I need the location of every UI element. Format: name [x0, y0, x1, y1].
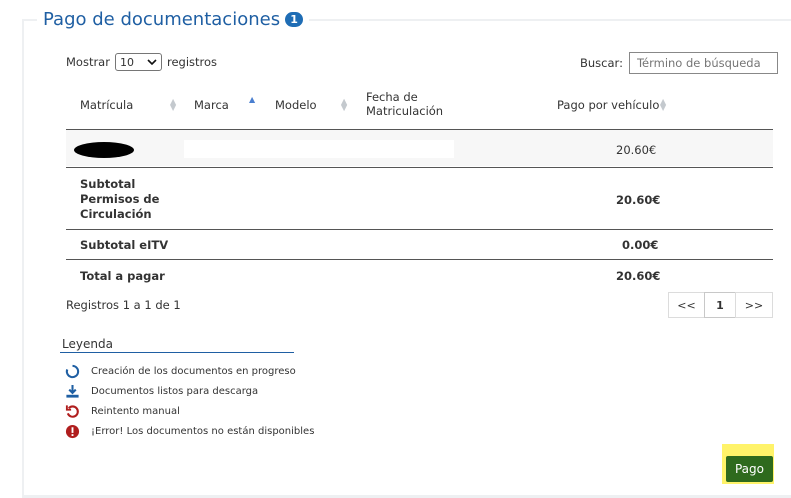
divider: [66, 167, 773, 168]
chevron-down-icon: [147, 58, 157, 65]
legend-item-progress: Creación de los documentos en progreso: [64, 363, 296, 379]
subtotal-permisos-line1: Subtotal: [80, 177, 136, 191]
pager-next-button[interactable]: >>: [735, 292, 773, 318]
subtotal-permisos-line3: Circulación: [80, 207, 152, 221]
count-badge: 1: [285, 12, 304, 27]
error-icon: [64, 423, 80, 439]
sort-icon[interactable]: ▲ ▼: [341, 98, 347, 112]
col-header-pago[interactable]: Pago por vehículo: [557, 98, 659, 112]
col-header-fecha-line2: Matriculación: [366, 104, 444, 118]
col-header-modelo[interactable]: Modelo: [275, 98, 317, 112]
pay-button[interactable]: Pago: [726, 456, 773, 482]
search-label: Buscar:: [580, 56, 623, 70]
legend-label: Documentos listos para descarga: [91, 385, 259, 397]
total-value: 20.60€: [616, 269, 661, 283]
subtotal-eitv-value: 0.00€: [622, 238, 659, 252]
legend-title: Leyenda: [62, 337, 113, 351]
sort-ascending-icon[interactable]: ▲: [249, 96, 255, 104]
subtotal-eitv-label: Subtotal eITV: [80, 238, 169, 252]
page-size-select[interactable]: 10: [114, 53, 162, 71]
legend-item-retry: Reintento manual: [64, 403, 180, 419]
legend-label: Reintento manual: [91, 405, 180, 417]
page-size-value: 10: [119, 55, 134, 69]
col-header-matricula[interactable]: Matrícula: [80, 98, 133, 112]
pager-page-1[interactable]: 1: [704, 292, 736, 318]
redacted-plate: [74, 142, 134, 158]
download-icon: [64, 383, 80, 399]
row-payment-value: 20.60€: [616, 143, 657, 157]
col-header-marca[interactable]: Marca: [194, 98, 229, 112]
panel-title: Pago de documentaciones 1: [37, 9, 310, 30]
records-info: Registros 1 a 1 de 1: [66, 298, 181, 312]
subtotal-permisos-value: 20.60€: [616, 193, 661, 207]
divider: [66, 259, 773, 260]
divider: [66, 229, 773, 230]
pager-prev-button[interactable]: <<: [668, 292, 705, 318]
legend-item-download: Documentos listos para descarga: [64, 383, 258, 399]
page-size-control: Mostrar 10 registros: [66, 53, 217, 71]
panel-title-text: Pago de documentaciones: [43, 9, 281, 30]
search-control: Buscar:: [580, 52, 778, 74]
col-header-fecha[interactable]: Fecha de Matriculación: [366, 90, 443, 118]
redacted-details: [184, 140, 454, 158]
legend-item-error: ¡Error! Los documentos no están disponib…: [64, 423, 314, 439]
col-header-fecha-line1: Fecha de: [366, 90, 418, 104]
subtotal-permisos-label: Subtotal Permisos de Circulación: [80, 177, 159, 222]
sort-icon[interactable]: ▲ ▼: [660, 98, 666, 112]
subtotal-permisos-line2: Permisos de: [80, 192, 160, 206]
show-label: Mostrar: [66, 55, 110, 69]
legend-underline: [60, 352, 294, 353]
legend-label: ¡Error! Los documentos no están disponib…: [91, 425, 315, 437]
total-label: Total a pagar: [80, 269, 165, 283]
records-label: registros: [166, 55, 218, 69]
progress-circle-icon: [64, 363, 80, 379]
legend-label: Creación de los documentos en progreso: [91, 365, 296, 377]
sort-icon[interactable]: ▲ ▼: [170, 98, 176, 112]
search-input[interactable]: [628, 52, 778, 74]
retry-icon: [64, 403, 80, 419]
